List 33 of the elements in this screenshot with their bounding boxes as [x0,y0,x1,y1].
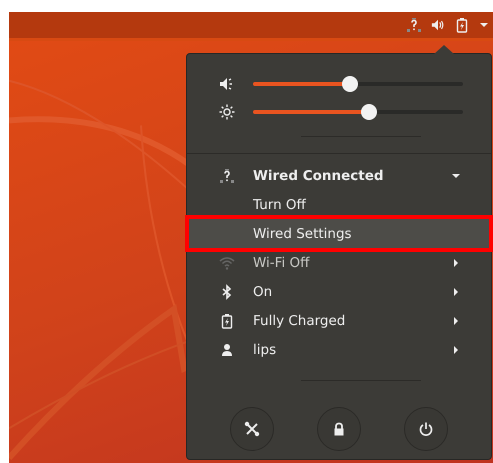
network-question-icon [219,168,235,184]
slider-handle[interactable] [342,76,358,92]
menu-label: On [253,284,274,300]
power-icon [418,421,434,437]
wifi-icon [219,254,235,270]
caret-right-icon [451,286,461,296]
caret-right-icon [451,258,461,268]
speaker-icon [219,76,235,92]
sun-icon [219,104,235,120]
menu-label: Wi-Fi Off [253,254,311,270]
lock-button[interactable] [317,407,361,451]
menu-label: Wired Connected [253,168,385,184]
battery-icon [454,17,470,33]
settings-button[interactable] [230,407,274,451]
slider-handle[interactable] [360,104,376,120]
menu-item[interactable]: Turn Off [187,190,491,219]
menu-label: Turn Off [253,196,307,212]
battery-icon [219,312,235,328]
speaker-icon [431,18,445,32]
menu-item[interactable]: Fully Charged [187,306,491,335]
menu-label: Wired Settings [253,226,353,242]
menu-item[interactable]: lips [187,335,491,364]
caret-right-icon [451,344,461,354]
menu-item[interactable]: On [187,277,491,306]
network-question-icon [406,17,422,33]
person-icon [219,342,235,358]
tools-icon [244,421,260,437]
menu-label: lips [253,342,278,358]
menu-item[interactable]: Wired Connected [187,161,491,190]
power-button[interactable] [404,407,448,451]
caret-down-icon [479,20,489,30]
menu-label: Fully Charged [253,312,346,328]
caret-right-icon [451,316,461,326]
